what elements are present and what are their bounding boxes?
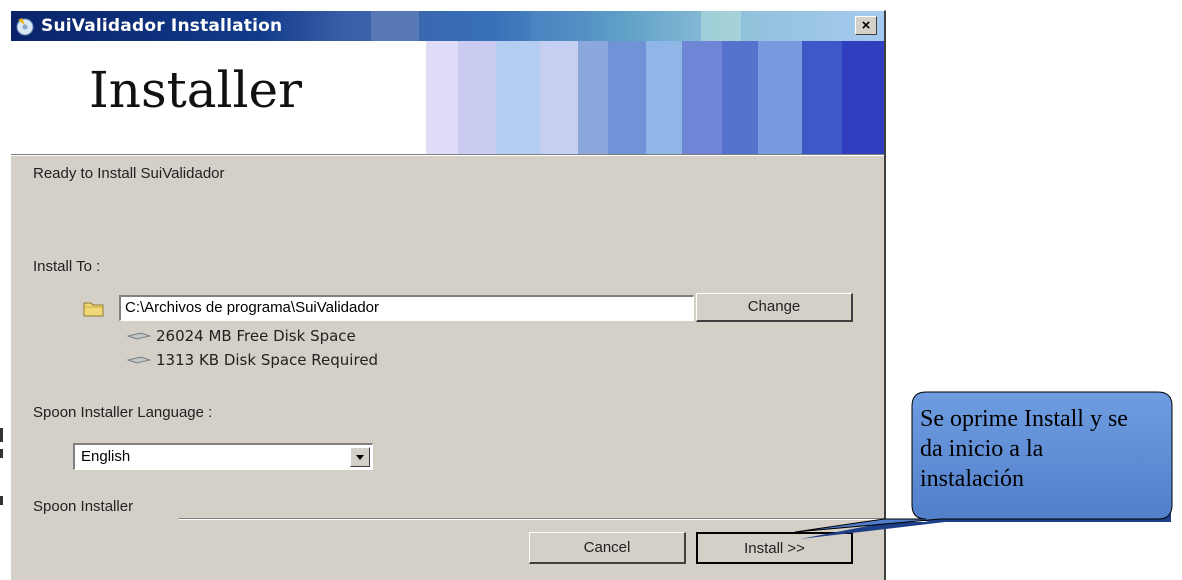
banner-title: Installer <box>89 61 302 119</box>
chevron-down-icon[interactable] <box>350 447 370 467</box>
installer-window: SuiValidador Installation × Installer Re… <box>10 10 886 580</box>
free-space-text: 26024 MB Free Disk Space <box>156 327 356 345</box>
hard-disk-icon <box>127 356 151 364</box>
callout-text: Se oprime Install y se da inicio a la in… <box>920 406 1128 492</box>
banner-separator <box>11 154 884 156</box>
install-button[interactable]: Install >> <box>696 532 853 564</box>
page-artifact-mark <box>0 496 3 505</box>
hard-disk-icon <box>127 332 151 340</box>
installer-brand-label: Spoon Installer <box>33 498 134 515</box>
cancel-button[interactable]: Cancel <box>529 532 686 564</box>
page-artifact-mark <box>0 428 3 442</box>
page-artifact-mark <box>0 449 3 458</box>
title-bar[interactable]: SuiValidador Installation × <box>11 11 884 41</box>
window-title: SuiValidador Installation <box>41 16 283 36</box>
required-space-text: 1313 KB Disk Space Required <box>156 351 379 369</box>
language-select-value: English <box>81 448 131 465</box>
language-label: Spoon Installer Language : <box>33 404 213 421</box>
installer-banner: Installer <box>11 41 884 154</box>
install-path-field[interactable]: C:\Archivos de programa\SuiValidador <box>119 295 694 321</box>
folder-icon <box>83 302 104 317</box>
footer-separator <box>179 518 884 520</box>
installer-app-icon <box>16 18 34 36</box>
change-button[interactable]: Change <box>696 293 853 322</box>
close-button[interactable]: × <box>855 16 877 35</box>
install-to-label: Install To : <box>33 258 101 275</box>
ready-text: Ready to Install SuiValidador <box>33 165 225 182</box>
language-select[interactable]: English <box>73 443 373 470</box>
